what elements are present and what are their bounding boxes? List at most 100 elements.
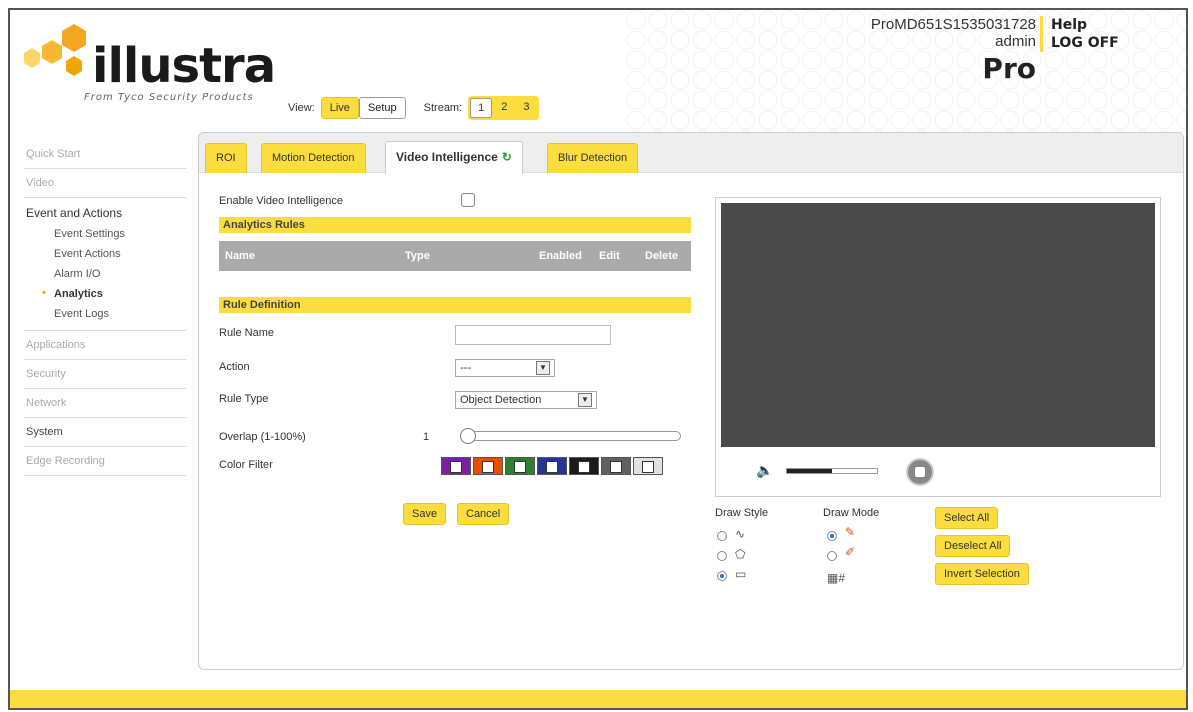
view-label: View: [288, 102, 315, 114]
color-swatch[interactable] [633, 457, 663, 475]
stream-label: Stream: [423, 102, 463, 114]
rule-type-label: Rule Type [219, 393, 269, 405]
invert-selection-button[interactable]: Invert Selection [935, 563, 1029, 585]
main-panel: ROI Motion Detection Video Intelligence ↻… [198, 132, 1184, 670]
brand-tagline: From Tyco Security Products [84, 92, 254, 103]
col-type: Type [405, 250, 430, 262]
slider-knob[interactable] [460, 428, 476, 444]
sidebar-item-quick-start[interactable]: Quick Start [24, 140, 186, 169]
current-user: admin [995, 33, 1036, 50]
rule-definition-header: Rule Definition [219, 297, 691, 313]
tab-video-intelligence-label: Video Intelligence [396, 150, 498, 164]
draw-style-polygon-radio[interactable] [717, 551, 727, 561]
overlap-label: Overlap (1-100%) [219, 431, 306, 443]
draw-style-freehand-radio[interactable] [717, 531, 727, 541]
tab-blur-detection[interactable]: Blur Detection [547, 143, 639, 173]
rule-type-select[interactable]: Object Detection ▼ [455, 391, 597, 409]
tab-motion-detection[interactable]: Motion Detection [261, 143, 366, 173]
camera-model: ProMD651S1535031728 [870, 16, 1036, 33]
sidebar-item-system[interactable]: System [24, 418, 186, 447]
sidebar-item-event-settings[interactable]: Event Settings [24, 224, 186, 244]
stream-3-button[interactable]: 3 [516, 98, 536, 118]
cancel-button[interactable]: Cancel [457, 503, 510, 525]
eraser-icon: ✐ [845, 545, 856, 559]
sidebar-item-alarm-io[interactable]: Alarm I/O [24, 264, 186, 284]
live-button[interactable]: Live [320, 97, 359, 119]
color-filter-swatches [441, 457, 663, 475]
stop-button[interactable] [906, 458, 934, 486]
rules-table-header: Name Type Enabled Edit Delete [219, 241, 691, 271]
chevron-down-icon: ▼ [536, 361, 550, 375]
sidebar-item-edge-recording[interactable]: Edge Recording [24, 447, 186, 476]
col-name: Name [225, 250, 255, 262]
logoff-link[interactable]: LOG OFF [1051, 34, 1119, 52]
grid-toggle-icon[interactable]: ▦# [827, 571, 845, 585]
enable-vi-checkbox[interactable] [461, 193, 475, 207]
analytics-rules-header: Analytics Rules [219, 217, 691, 233]
color-swatch[interactable] [441, 457, 471, 475]
app-frame: illustra From Tyco Security Products Vie… [8, 8, 1188, 710]
refresh-icon[interactable]: ↻ [502, 150, 512, 164]
rule-type-value: Object Detection [460, 394, 542, 406]
save-button[interactable]: Save [403, 503, 447, 525]
draw-mode-pencil-radio[interactable] [827, 531, 837, 541]
pencil-icon: ✎ [845, 525, 856, 539]
chevron-down-icon: ▼ [578, 393, 592, 407]
view-toolbar: View: Live Setup Stream: 1 2 3 [288, 96, 539, 120]
color-swatch[interactable] [601, 457, 631, 475]
color-swatch[interactable] [505, 457, 535, 475]
draw-mode-eraser-radio[interactable] [827, 551, 837, 561]
draw-mode-label: Draw Mode [823, 507, 880, 519]
footer-bar [10, 690, 1186, 708]
col-edit: Edit [599, 250, 620, 262]
help-link[interactable]: Help [1051, 16, 1119, 34]
tab-bar: ROI Motion Detection Video Intelligence ↻… [199, 133, 1183, 174]
volume-slider[interactable] [786, 468, 878, 474]
sidebar-item-event-and-actions[interactable]: Event and Actions [24, 198, 186, 224]
polygon-icon: ⬠ [735, 547, 746, 561]
color-filter-label: Color Filter [219, 459, 273, 471]
color-swatch[interactable] [537, 457, 567, 475]
select-all-button[interactable]: Select All [935, 507, 999, 529]
sidebar-group-events: Event and Actions Event Settings Event A… [24, 198, 186, 331]
video-preview-box: 🔈 [715, 197, 1161, 497]
col-delete: Delete [645, 250, 679, 262]
color-swatch[interactable] [569, 457, 599, 475]
sidebar-item-event-logs[interactable]: Event Logs [24, 304, 186, 324]
action-label: Action [219, 361, 250, 373]
edition-label: Pro [982, 52, 1036, 85]
sidebar-item-event-actions[interactable]: Event Actions [24, 244, 186, 264]
tab-roi[interactable]: ROI [205, 143, 247, 173]
stream-1-button[interactable]: 1 [470, 98, 493, 118]
view-toggle: Live Setup [320, 97, 406, 119]
tab-video-intelligence[interactable]: Video Intelligence ↻ [385, 141, 523, 174]
stream-selector: 1 2 3 [468, 96, 539, 120]
rule-name-label: Rule Name [219, 327, 275, 339]
draw-style-label: Draw Style [715, 507, 769, 519]
hexagon-logo-icon [24, 24, 86, 76]
col-enabled: Enabled [539, 250, 582, 262]
illustra-logo: illustra From Tyco Security Products [22, 22, 282, 107]
sidebar-item-applications[interactable]: Applications [24, 331, 186, 360]
rectangle-icon: ▭ [735, 567, 747, 581]
sidebar-item-security[interactable]: Security [24, 360, 186, 389]
help-links: Help LOG OFF [1040, 16, 1119, 52]
stream-2-button[interactable]: 2 [494, 98, 514, 118]
video-feed[interactable] [721, 203, 1155, 447]
color-swatch[interactable] [473, 457, 503, 475]
draw-style-rectangle-radio[interactable] [717, 571, 727, 581]
speaker-icon[interactable]: 🔈 [756, 462, 773, 479]
rule-name-input[interactable] [455, 325, 611, 345]
action-value: --- [460, 362, 471, 374]
camera-info: ProMD651S1535031728 admin Pro [871, 16, 1036, 85]
sidebar-item-network[interactable]: Network [24, 389, 186, 418]
volume-fill [787, 469, 832, 473]
action-select[interactable]: --- ▼ [455, 359, 555, 377]
freehand-icon: ∿ [735, 527, 746, 541]
sidebar-item-video[interactable]: Video [24, 169, 186, 198]
sidebar-item-analytics[interactable]: Analytics [24, 284, 186, 304]
sidebar-nav: Quick Start Video Event and Actions Even… [24, 140, 186, 476]
deselect-all-button[interactable]: Deselect All [935, 535, 1011, 557]
setup-button[interactable]: Setup [358, 97, 406, 119]
overlap-slider[interactable] [460, 428, 681, 444]
